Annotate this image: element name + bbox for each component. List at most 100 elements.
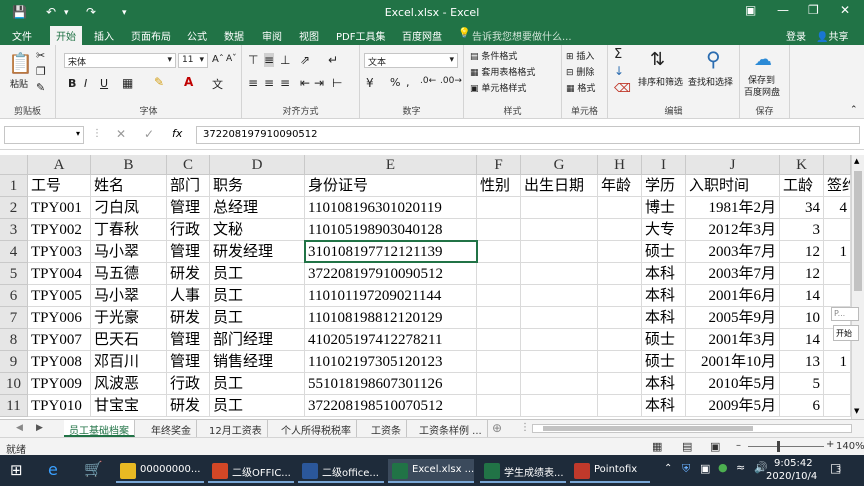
sign-in-link[interactable]: 登录 [786,28,806,43]
conditional-format-button[interactable]: ▤ 条件格式 [470,49,517,62]
tab-file[interactable]: 文件 [12,28,32,43]
table-cell[interactable]: 551018198607301126 [305,373,477,395]
table-cell[interactable]: 研发 [167,307,210,329]
number-format-select[interactable]: 文本 ▾ [364,53,458,68]
table-cell[interactable]: TPY005 [28,285,91,307]
formula-input[interactable]: 372208197910090512 [196,126,860,144]
orientation-icon[interactable]: ⇗ [300,53,310,67]
table-cell[interactable]: 员工 [210,307,305,329]
column-header[interactable]: I [642,155,686,175]
zoom-level[interactable]: 140% [836,441,864,452]
collapse-ribbon-icon[interactable]: ⌃ [850,105,858,115]
header-cell[interactable]: 工号 [28,175,91,197]
table-cell[interactable] [521,197,598,219]
row-header[interactable]: 4 [0,241,28,263]
header-cell[interactable]: 性别 [477,175,521,197]
percent-style-icon[interactable]: % [390,76,400,89]
restore-button[interactable]: ❐ [808,3,819,17]
table-cell[interactable]: 2003年7月 [686,241,780,263]
sort-filter-button[interactable]: 排序和筛选 [638,75,683,88]
table-cell[interactable]: 本科 [642,307,686,329]
page-break-view-icon[interactable]: ▣ [710,440,720,453]
column-header[interactable]: K [780,155,824,175]
table-cell[interactable] [477,351,521,373]
table-cell[interactable] [824,373,851,395]
table-cell[interactable]: 372208198510070512 [305,395,477,417]
tab-formulas[interactable]: 公式 [187,28,207,43]
table-cell[interactable]: 34 [780,197,824,219]
store-icon[interactable]: 🛒 [84,460,103,478]
table-cell[interactable]: 1 [824,351,851,373]
table-cell[interactable] [598,373,642,395]
chevron-up-icon[interactable]: ⌃ [664,463,672,474]
column-header[interactable]: J [686,155,780,175]
next-sheet-icon[interactable]: ▶ [36,423,43,433]
table-cell[interactable]: 员工 [210,285,305,307]
column-header-partial[interactable] [824,155,851,175]
tab-insert[interactable]: 插入 [94,28,114,43]
table-cell[interactable] [824,219,851,241]
table-cell[interactable] [521,307,598,329]
table-cell[interactable]: 10 [780,307,824,329]
table-cell[interactable]: 本科 [642,373,686,395]
table-cell[interactable]: 刁白凤 [91,197,167,219]
table-cell[interactable] [477,285,521,307]
table-cell[interactable]: 2001年3月 [686,329,780,351]
table-cell[interactable]: 巴天石 [91,329,167,351]
accounting-format-icon[interactable]: ¥ [366,76,374,90]
header-cell[interactable]: 签约 [824,175,851,197]
table-cell[interactable]: 2005年9月 [686,307,780,329]
tab-home[interactable]: 开始 [50,26,82,45]
table-cell[interactable]: 2003年7月 [686,263,780,285]
column-header[interactable]: B [91,155,167,175]
row-header[interactable]: 3 [0,219,28,241]
header-cell[interactable]: 职务 [210,175,305,197]
sheet-tab-payslip[interactable]: 工资条 [366,420,407,437]
cell-styles-button[interactable]: ▣ 单元格样式 [470,81,526,94]
table-cell[interactable]: TPY006 [28,307,91,329]
app-tray-icon[interactable]: ● [718,461,728,474]
table-cell[interactable]: 于光豪 [91,307,167,329]
column-header[interactable]: G [521,155,598,175]
delete-cells-button[interactable]: ⊟ 删除 [566,65,594,78]
table-cell[interactable] [598,219,642,241]
table-cell[interactable]: 2010年5月 [686,373,780,395]
table-cell[interactable]: 人事 [167,285,210,307]
baidu-netdisk-label[interactable]: 百度网盘 [744,85,780,98]
table-cell[interactable] [521,351,598,373]
find-select-button[interactable]: 查找和选择 [688,75,733,88]
taskbar-app[interactable]: 学生成绩表... [480,459,566,483]
column-header[interactable]: D [210,155,305,175]
tell-me-search[interactable]: 告诉我您想要做什么... [472,28,572,43]
tab-data[interactable]: 数据 [224,28,244,43]
table-cell[interactable]: 总经理 [210,197,305,219]
table-cell[interactable]: 110102197305120123 [305,351,477,373]
sheet-tab-tax-rate[interactable]: 个人所得税税率 [276,420,357,437]
horizontal-scrollbar[interactable] [532,424,852,433]
column-header[interactable]: H [598,155,642,175]
table-cell[interactable] [521,241,598,263]
table-cell[interactable]: 销售经理 [210,351,305,373]
table-cell[interactable] [598,197,642,219]
table-cell[interactable] [598,329,642,351]
tab-pdf-tools[interactable]: PDF工具集 [336,28,385,43]
table-cell[interactable] [598,241,642,263]
table-cell[interactable] [521,263,598,285]
decrease-indent-icon[interactable]: ⇤ [300,76,310,90]
table-cell[interactable] [477,329,521,351]
font-size-select[interactable]: 11 ▾ [178,53,208,68]
table-cell[interactable]: 310108197712121139 [305,241,477,263]
table-cell[interactable]: 风波恶 [91,373,167,395]
align-left-icon[interactable]: ≡ [248,76,258,90]
enter-icon[interactable]: ✓ [144,127,154,141]
header-cell[interactable]: 学历 [642,175,686,197]
sheet-tab-bonus[interactable]: 年终奖金 [146,420,197,437]
header-cell[interactable]: 入职时间 [686,175,780,197]
edge-browser-icon[interactable]: e [48,460,58,479]
header-cell[interactable]: 姓名 [91,175,167,197]
table-cell[interactable] [477,219,521,241]
table-cell[interactable]: 12 [780,241,824,263]
table-cell[interactable]: 硕士 [642,241,686,263]
format-painter-icon[interactable]: ✎ [36,81,45,94]
align-top-icon[interactable]: ⊤ [248,53,258,67]
